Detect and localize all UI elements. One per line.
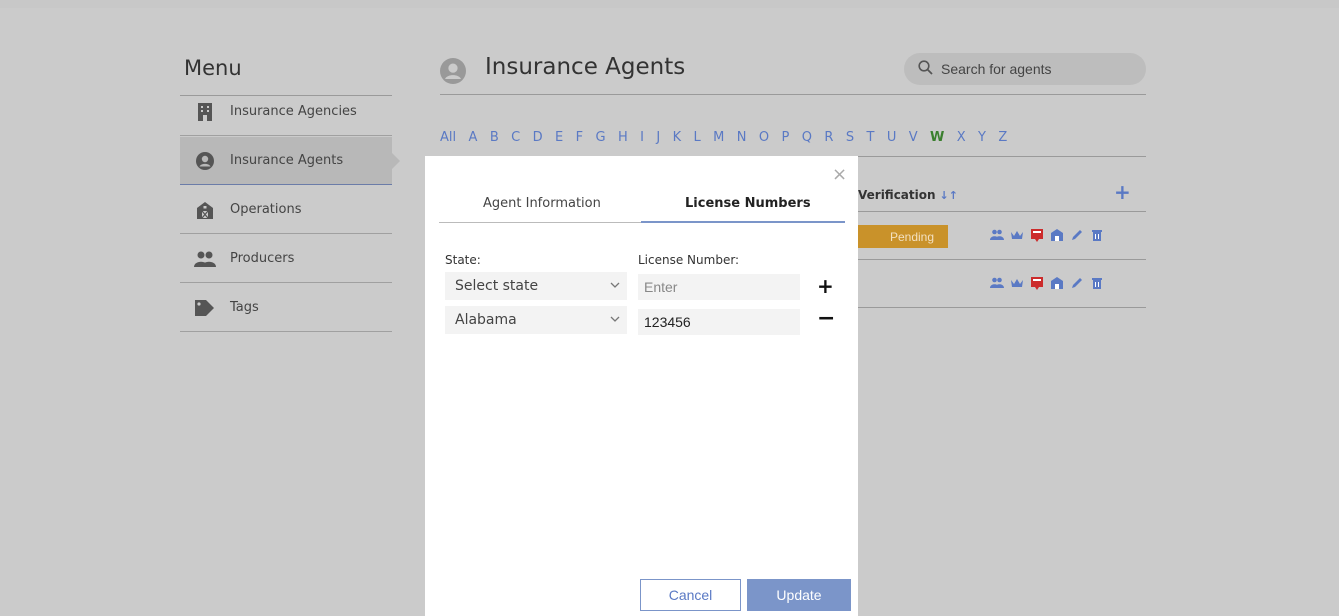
- letter-filter-d[interactable]: D: [533, 130, 543, 145]
- letter-filter-y[interactable]: Y: [978, 130, 986, 145]
- search-bar[interactable]: [904, 53, 1146, 85]
- letter-filter-all[interactable]: All: [440, 130, 456, 145]
- chevron-down-icon: [609, 279, 621, 295]
- crown-icon[interactable]: [1010, 276, 1024, 290]
- barn-icon[interactable]: [1050, 276, 1064, 290]
- page-background: Menu Insurance Agencies Insurance Agents…: [0, 8, 1339, 616]
- tab-license-numbers[interactable]: License Numbers: [685, 196, 811, 211]
- letter-filter-x[interactable]: X: [957, 130, 966, 145]
- sidebar-item-label: Producers: [230, 251, 295, 266]
- sidebar-item-tags[interactable]: Tags: [180, 284, 392, 332]
- license-number-label: License Number:: [638, 253, 740, 267]
- sidebar-item-label: Tags: [230, 300, 259, 315]
- letter-filter-c[interactable]: C: [511, 130, 520, 145]
- license-modal: × Agent Information License Numbers Stat…: [425, 156, 858, 616]
- update-button[interactable]: Update: [747, 579, 851, 611]
- letter-filter-o[interactable]: O: [759, 130, 769, 145]
- sidebar-item-insurance-agents[interactable]: Insurance Agents: [180, 137, 400, 185]
- search-input[interactable]: [941, 61, 1131, 77]
- letter-filter-k[interactable]: K: [673, 130, 682, 145]
- letter-filter-q[interactable]: Q: [802, 130, 812, 145]
- user-circle-icon: [194, 150, 216, 172]
- sidebar-item-label: Insurance Agents: [230, 153, 344, 168]
- chevron-down-icon: [609, 313, 621, 329]
- header-divider: [440, 94, 1146, 95]
- row-actions: [990, 228, 1104, 242]
- sidebar-item-operations[interactable]: Operations: [180, 186, 392, 234]
- letter-filter-j[interactable]: J: [656, 130, 660, 145]
- sidebar-item-label: Insurance Agencies: [230, 104, 357, 119]
- license-number-input[interactable]: Enter: [638, 274, 800, 300]
- add-license-button[interactable]: +: [817, 274, 834, 298]
- letter-filter-l[interactable]: L: [694, 130, 701, 145]
- user-circle-icon: [440, 58, 466, 88]
- letter-filter-g[interactable]: G: [595, 130, 605, 145]
- letter-filter-n[interactable]: N: [737, 130, 747, 145]
- table-divider: [858, 259, 1146, 260]
- letter-filter-p[interactable]: P: [782, 130, 790, 145]
- sort-icon[interactable]: ↓↑: [940, 189, 958, 202]
- trash-icon[interactable]: [1090, 228, 1104, 242]
- letter-filter-s[interactable]: S: [846, 130, 854, 145]
- letter-filter-a[interactable]: A: [469, 130, 478, 145]
- letter-filter-r[interactable]: R: [824, 130, 833, 145]
- letter-filter-t[interactable]: T: [866, 130, 874, 145]
- id-card-icon[interactable]: [1030, 276, 1044, 290]
- alphabet-filter: All A B C D E F G H I J K L M N O P Q R …: [440, 130, 1020, 145]
- table-divider: [858, 307, 1146, 308]
- letter-filter-z[interactable]: Z: [998, 130, 1007, 145]
- letter-filter-m[interactable]: M: [713, 130, 724, 145]
- users-icon[interactable]: [990, 276, 1004, 290]
- tag-icon: [194, 297, 216, 319]
- status-badge: Pending: [858, 225, 948, 248]
- tab-active-indicator: [641, 221, 845, 223]
- pencil-icon[interactable]: [1070, 228, 1084, 242]
- sidebar-item-label: Operations: [230, 202, 302, 217]
- letter-filter-b[interactable]: B: [490, 130, 499, 145]
- state-select-value: Alabama: [455, 312, 517, 328]
- trash-icon[interactable]: [1090, 276, 1104, 290]
- page-title: Insurance Agents: [485, 54, 686, 80]
- verification-header-label: Verification: [858, 188, 936, 202]
- sidebar-item-producers[interactable]: Producers: [180, 235, 392, 283]
- search-icon: [918, 59, 933, 79]
- users-icon[interactable]: [990, 228, 1004, 242]
- crown-icon[interactable]: [1010, 228, 1024, 242]
- state-select[interactable]: Select state: [445, 272, 627, 300]
- letter-filter-f[interactable]: F: [576, 130, 583, 145]
- tab-agent-information[interactable]: Agent Information: [483, 196, 601, 211]
- letter-filter-w[interactable]: W: [930, 130, 944, 145]
- letter-filter-v[interactable]: V: [909, 130, 918, 145]
- letter-filter-h[interactable]: H: [618, 130, 628, 145]
- tab-divider: [439, 222, 641, 223]
- id-card-icon[interactable]: [1030, 228, 1044, 242]
- cancel-button[interactable]: Cancel: [640, 579, 741, 611]
- state-label: State:: [445, 253, 481, 267]
- license-number-input[interactable]: 123456: [638, 309, 800, 335]
- users-icon: [194, 248, 216, 270]
- close-icon[interactable]: ×: [832, 164, 847, 185]
- letter-filter-e[interactable]: E: [555, 130, 563, 145]
- state-select-value: Select state: [455, 278, 539, 294]
- verification-column-header[interactable]: Verification ↓↑: [858, 188, 958, 202]
- barn-icon[interactable]: [1050, 228, 1064, 242]
- table-divider: [858, 211, 1146, 212]
- barn-icon: [194, 199, 216, 221]
- pencil-icon[interactable]: [1070, 276, 1084, 290]
- state-select[interactable]: Alabama: [445, 306, 627, 334]
- letter-filter-i[interactable]: I: [640, 130, 644, 145]
- menu-title: Menu: [184, 56, 242, 80]
- letter-filter-u[interactable]: U: [887, 130, 897, 145]
- remove-license-button[interactable]: −: [817, 306, 835, 331]
- add-agent-button[interactable]: +: [1114, 180, 1131, 204]
- building-icon: [194, 101, 216, 123]
- sidebar-item-insurance-agencies[interactable]: Insurance Agencies: [180, 88, 392, 136]
- row-actions: [990, 276, 1104, 290]
